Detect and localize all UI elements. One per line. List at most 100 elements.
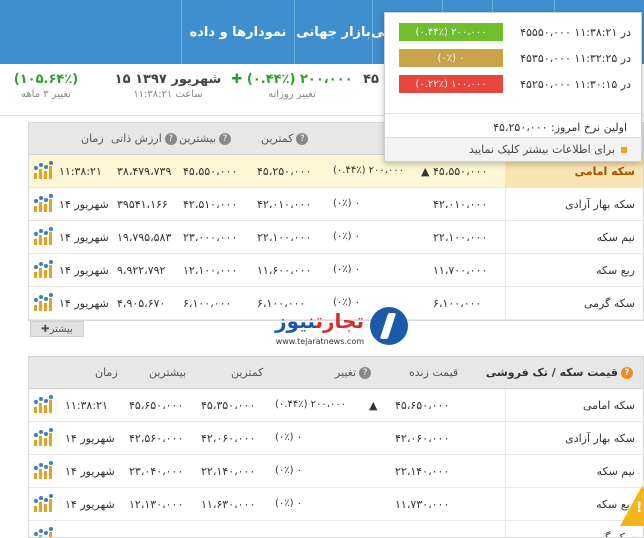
popup-more-info-link[interactable]: برای اطلاعات بیشتر کلیک نمایید <box>385 137 641 161</box>
cell-high: ۲۳،۰۰۰،۰۰۰ <box>183 231 238 244</box>
cell-time: ۱۴ شهریور <box>65 465 115 478</box>
table-body: ۱۱:۳۸:۲۱ ۳۸،۴۷۹،۷۳۹ ۴۵،۵۵۰،۰۰۰ ۴۵،۲۵۰،۰۰۰ (۰… <box>29 155 643 320</box>
table-row[interactable]: ۱۴ شهریور ۱۲،۱۳۰،۰۰۰ ۱۱،۶۳۰،۰۰۰ (۰٪) ۰ ۱۱،۷۳… <box>29 488 643 521</box>
chart-icon[interactable] <box>34 395 54 413</box>
chart-icon[interactable] <box>34 161 54 179</box>
cell-change: (۰٪) ۰ <box>275 432 303 443</box>
cell-name[interactable]: نیم سکه <box>505 221 643 253</box>
cell-price: ۴۵،۵۵۰،۰۰۰ <box>433 165 488 178</box>
popup-row-text: ۴۵۲۵۰،۰۰۰ در ۱۱:۳۰:۱۵ <box>520 78 631 91</box>
table-header: قیمت سکه / تک فروشی? قیمت زنده تغییر? کم… <box>29 357 643 389</box>
cell-intrinsic: ۴،۹۰۵،۶۷۰ <box>117 297 166 310</box>
logo-url: www.tejaratnews.com <box>275 337 364 346</box>
cell-price: ۲۲،۱۰۰،۰۰۰ <box>433 231 488 244</box>
cell-name[interactable]: سکه بهار آزادی <box>505 422 643 454</box>
help-icon[interactable]: ? <box>164 133 177 145</box>
cell-name[interactable]: سکه بهار آزادی <box>505 188 643 220</box>
chart-icon[interactable] <box>34 428 54 446</box>
table-title: قیمت سکه / تک فروشی? <box>486 366 633 379</box>
summary-datetime: ۱۵ شهریور ۱۳۹۷ ساعت ۱۱:۳۸:۲۱ <box>110 72 226 100</box>
summary-price-value: ۴۵ <box>363 72 379 87</box>
logo-mark-icon <box>370 307 408 345</box>
cell-low: ۱۱،۶۰۰،۰۰۰ <box>257 264 312 277</box>
cell-change: (۰٪) ۰ <box>333 264 361 275</box>
nav-item-charts-data[interactable]: نمودارها و داده <box>181 0 294 64</box>
chart-icon[interactable] <box>34 293 54 311</box>
chart-icon[interactable] <box>34 194 54 212</box>
cell-high: ۱۲،۱۳۰،۰۰۰ <box>129 498 184 511</box>
cell-high: ۴۲،۵۶۰،۰۰۰ <box>129 432 184 445</box>
chart-icon[interactable] <box>34 494 54 512</box>
summary-time: ساعت ۱۱:۳۸:۲۱ <box>133 89 203 100</box>
bullet-icon <box>621 146 627 153</box>
table-row[interactable]: ۱۴ شهریور ۴۲،۵۶۰،۰۰۰ ۴۲،۰۶۰،۰۰۰ (۰٪) ۰ ۴۲،۰۶… <box>29 422 643 455</box>
header-high: بیشترین? <box>179 132 232 145</box>
summary-daily: ✚ (۰.۴۴٪) ۲۰۰،۰۰۰ تغییر روزانه <box>228 72 356 100</box>
chart-icon[interactable] <box>34 260 54 278</box>
popup-row: ۴۵۳۵۰،۰۰۰ در ۱۱:۳۲:۲۵ (۰٪) ۰ <box>399 49 631 69</box>
cell-intrinsic: ۱۹،۷۹۵،۵۸۳ <box>117 231 172 244</box>
cell-high: ۴۵،۶۵۰،۰۰۰ <box>129 399 184 412</box>
table-row[interactable]: ۱۴ شهریور ۹،۹۲۲،۷۹۲ ۱۲،۱۰۰،۰۰۰ ۱۱،۶۰۰،۰۰۰ (۰… <box>29 254 643 287</box>
table-row[interactable]: ۱۴ شهریور ۱۹،۷۹۵،۵۸۳ ۲۳،۰۰۰،۰۰۰ ۲۲،۱۰۰،۰۰۰ (… <box>29 221 643 254</box>
summary-daily-change: ✚ (۰.۴۴٪) ۲۰۰،۰۰۰ <box>228 72 356 87</box>
cell-time: ۱۴ شهریور <box>59 231 109 244</box>
help-icon[interactable]: ? <box>621 367 633 379</box>
cell-time: ۱۴ شهریور <box>59 198 109 211</box>
popup-divider <box>385 113 641 114</box>
chart-icon[interactable] <box>34 227 54 245</box>
cell-low: ۴۵،۲۵۰،۰۰۰ <box>257 165 312 178</box>
chart-icon[interactable] <box>34 461 54 479</box>
cell-time: ۱۱:۳۸:۲۱ <box>59 165 102 178</box>
cell-intrinsic: ۹،۹۲۲،۷۹۲ <box>117 264 166 277</box>
coin-single-sale-table: قیمت سکه / تک فروشی? قیمت زنده تغییر? کم… <box>28 356 644 538</box>
cell-price: ۴۵،۶۵۰،۰۰۰ <box>395 399 450 412</box>
cell-time: ۱۴ شهریور <box>65 432 115 445</box>
cell-low: ۱۱،۶۳۰،۰۰۰ <box>201 498 256 511</box>
popup-more-info-label: برای اطلاعات بیشتر کلیک نمایید <box>469 143 615 156</box>
price-history-popup: ۴۵۵۵۰،۰۰۰ در ۱۱:۳۸:۲۱ (۰.۴۴٪) ۲۰۰،۰۰۰ ۴۵… <box>384 12 642 162</box>
table-row[interactable]: ۱۱:۳۸:۲۱ ۴۵،۶۵۰،۰۰۰ ۴۵،۳۵۰،۰۰۰ (۰.۴۴٪) ۲۰۰،… <box>29 389 643 422</box>
cell-name[interactable]: نیم سکه <box>505 455 643 487</box>
more-button[interactable]: ✚ بیشتر <box>30 321 84 337</box>
more-button-label: بیشتر <box>49 323 73 335</box>
table-row[interactable]: ۱۴ شهریور ۳۹۵۴۱،۱۶۶ ۴۲،۵۱۰،۰۰۰ ۴۲،۰۱۰،۰۰۰ (۰… <box>29 188 643 221</box>
cell-intrinsic: ۳۹۵۴۱،۱۶۶ <box>117 198 168 211</box>
cell-change: (۰٪) ۰ <box>333 231 361 242</box>
arrow-up-icon: ▲ <box>369 399 378 412</box>
cell-change: (۰٪) ۰ <box>275 465 303 476</box>
cell-name[interactable]: سکه گرمی <box>505 287 643 319</box>
header-intrinsic: ارزش ذاتی? <box>111 132 177 145</box>
header-change: تغییر? <box>335 366 372 379</box>
header-low: کمترین? <box>261 132 309 145</box>
help-icon[interactable]: ? <box>296 133 309 145</box>
cell-low: ۲۲،۱۰۰،۰۰۰ <box>257 231 312 244</box>
plus-icon: ✚ <box>41 323 50 335</box>
cell-price: ۲۲،۱۴۰،۰۰۰ <box>395 465 450 478</box>
popup-row: ۴۵۵۵۰،۰۰۰ در ۱۱:۳۸:۲۱ (۰.۴۴٪) ۲۰۰،۰۰۰ <box>399 23 631 43</box>
popup-row-text: ۴۵۵۵۰،۰۰۰ در ۱۱:۳۸:۲۱ <box>520 26 631 39</box>
summary-3month-change: (۱۰۵.۶۴٪) <box>13 72 79 87</box>
cell-price: ۴۲،۰۶۰،۰۰۰ <box>395 432 450 445</box>
nav-item-global-market[interactable]: بازار جهانی <box>294 0 372 64</box>
table-row[interactable]: سکه گرمی <box>29 521 643 537</box>
cell-high: ۱۲،۱۰۰،۰۰۰ <box>183 264 238 277</box>
table-row[interactable]: ۱۴ شهریور ۲۳،۰۴۰،۰۰۰ ۲۲،۱۴۰،۰۰۰ (۰٪) ۰ ۲۲،۱۴… <box>29 455 643 488</box>
chart-icon[interactable] <box>34 527 54 537</box>
cell-name[interactable]: ربع سکه <box>505 254 643 286</box>
cell-change: (۰.۴۴٪) ۲۰۰،۰۰۰ <box>275 399 347 410</box>
cell-name[interactable]: سکه امامی <box>505 389 643 421</box>
help-icon[interactable]: ? <box>219 133 232 145</box>
cell-high: ۴۲،۵۱۰،۰۰۰ <box>183 198 238 211</box>
header-high: بیشترین <box>149 366 187 379</box>
cell-time: ۱۴ شهریور <box>65 498 115 511</box>
help-icon[interactable]: ? <box>359 367 372 379</box>
cell-price: ۱۱،۷۰۰،۰۰۰ <box>433 264 488 277</box>
cell-high: ۴۵،۵۵۰،۰۰۰ <box>183 165 238 178</box>
cell-high: ۶،۱۰۰،۰۰۰ <box>183 297 232 310</box>
cell-price: ۱۱،۷۳۰،۰۰۰ <box>395 498 450 511</box>
plus-icon: ✚ <box>231 72 247 87</box>
popup-row-badge: (۰.۴۴٪) ۲۰۰،۰۰۰ <box>399 23 503 41</box>
summary-daily-value: (۰.۴۴٪) ۲۰۰،۰۰۰ <box>246 72 353 87</box>
table-body: ۱۱:۳۸:۲۱ ۴۵،۶۵۰،۰۰۰ ۴۵،۳۵۰،۰۰۰ (۰.۴۴٪) ۲۰۰،… <box>29 389 643 537</box>
